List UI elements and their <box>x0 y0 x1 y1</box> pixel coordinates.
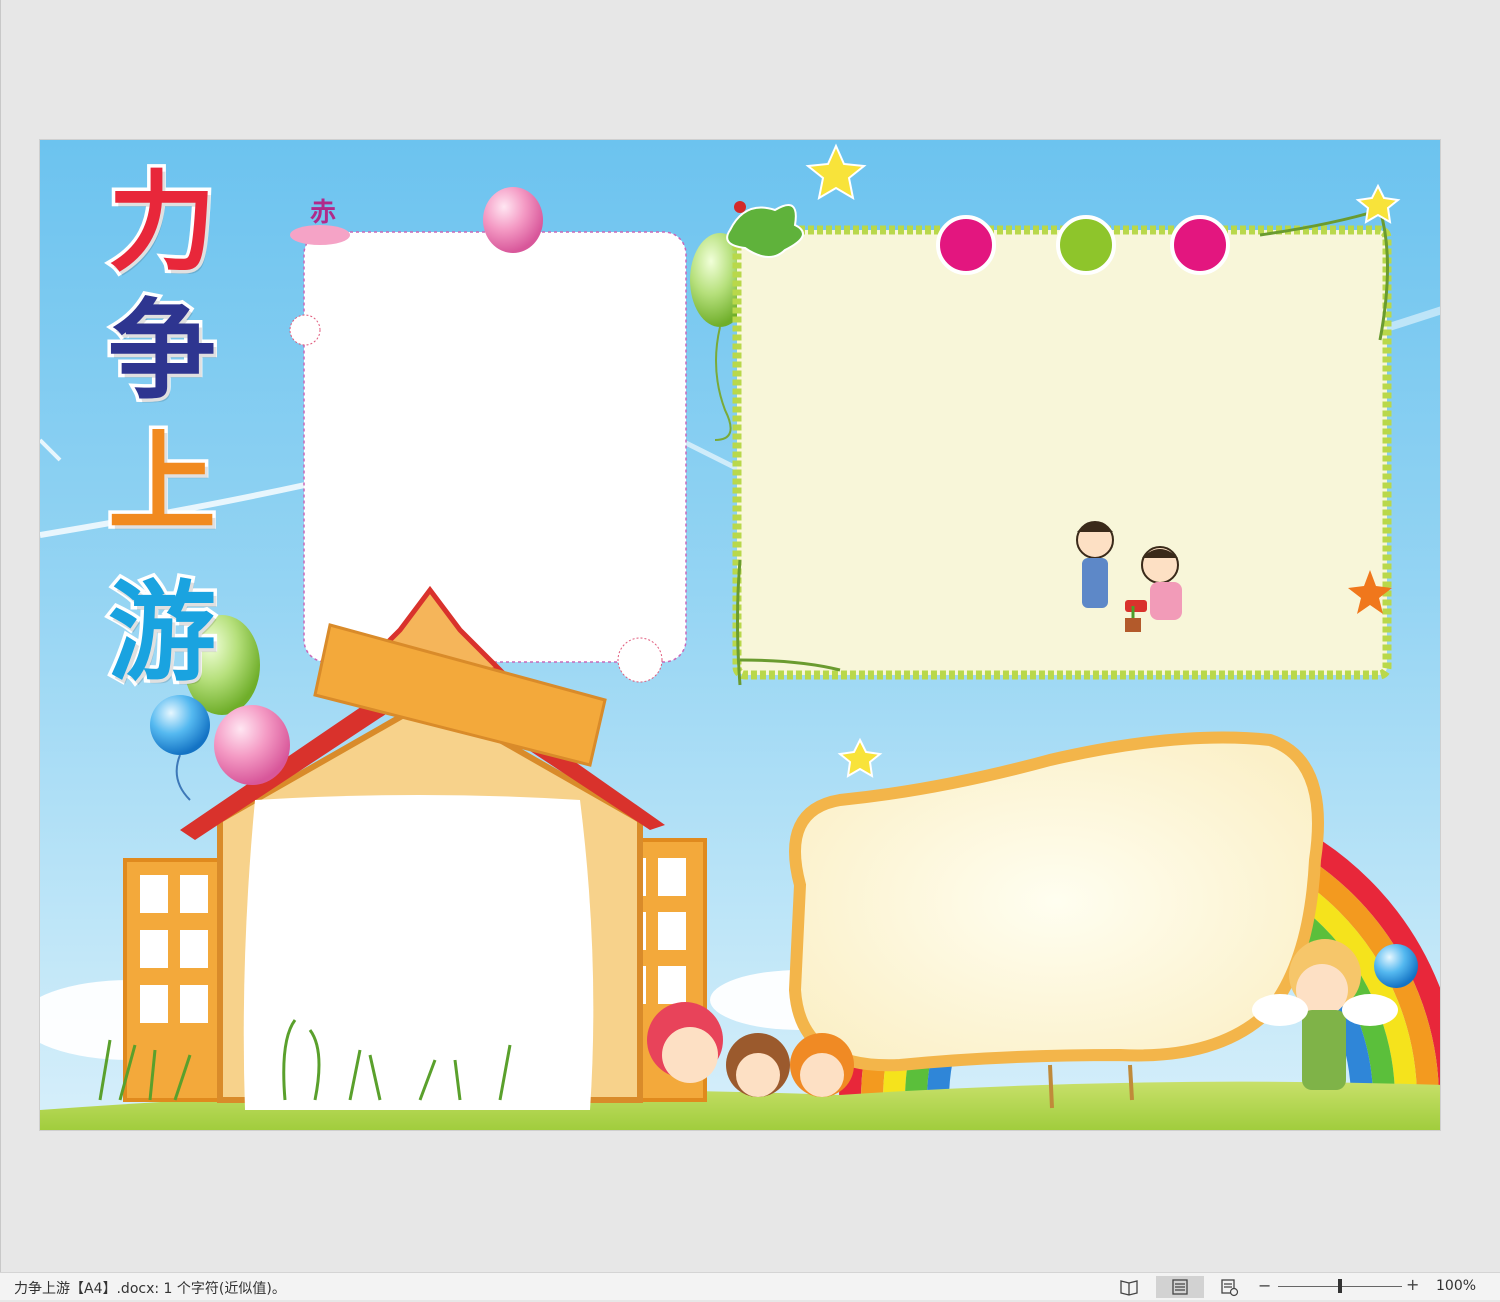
read-mode-icon[interactable] <box>1114 1276 1144 1298</box>
web-layout-icon[interactable] <box>1214 1276 1244 1298</box>
document-page[interactable]: 力 争 上 游 赤 <box>39 139 1441 1131</box>
title-char-3: 上 <box>104 421 219 546</box>
poster-artwork <box>40 143 1440 1130</box>
zoom-in-button[interactable]: + <box>1406 1275 1419 1294</box>
title-char-2: 争 <box>104 289 219 414</box>
title-char-1: 力 <box>104 161 219 286</box>
speech-blob-board <box>788 731 1324 1109</box>
zoom-out-button[interactable]: − <box>1258 1276 1271 1295</box>
flower-icon <box>936 215 1230 275</box>
small-label: 赤 <box>310 198 337 228</box>
cream-frame-panel <box>726 201 1392 686</box>
zoom-slider-thumb[interactable] <box>1338 1279 1342 1293</box>
status-bar: 力争上游【A4】.docx: 1 个字符(近似值)。 − + 100% <box>0 1272 1500 1300</box>
zoom-level[interactable]: 100% <box>1436 1278 1476 1294</box>
document-workspace: 力 争 上 游 赤 <box>0 0 1500 1272</box>
print-layout-icon[interactable] <box>1156 1276 1204 1298</box>
status-text: 力争上游【A4】.docx: 1 个字符(近似值)。 <box>14 1281 286 1297</box>
title-char-4: 游 <box>104 571 219 696</box>
white-note-panel <box>289 231 687 683</box>
